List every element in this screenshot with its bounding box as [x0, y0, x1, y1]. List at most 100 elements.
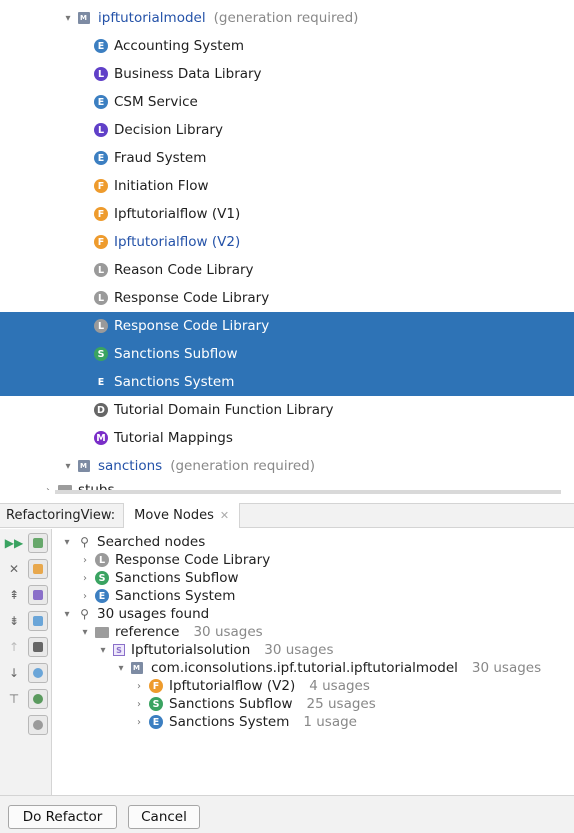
- entity-icon: E: [94, 95, 108, 109]
- tab-move-nodes[interactable]: Move Nodes ✕: [123, 503, 241, 528]
- tree-item-label: Sanctions Subflow: [114, 346, 238, 362]
- tree-item[interactable]: F Initiation Flow: [0, 172, 574, 200]
- tree-item-selected[interactable]: L Response Code Library: [0, 312, 574, 340]
- searched-item[interactable]: › E Sanctions System: [79, 587, 235, 605]
- node-label: Response Code Library: [115, 552, 271, 568]
- arrow-down-icon[interactable]: ↓: [4, 663, 24, 683]
- tree-item[interactable]: M Tutorial Mappings: [0, 424, 574, 452]
- module-name: ipftutorialmodel: [98, 10, 206, 26]
- chevron-right-icon[interactable]: ›: [133, 698, 145, 710]
- tree-item[interactable]: L Reason Code Library: [0, 256, 574, 284]
- tree-item-selected[interactable]: E Sanctions System: [0, 368, 574, 396]
- chevron-right-icon[interactable]: ›: [79, 590, 91, 602]
- tree-item[interactable]: E CSM Service: [0, 88, 574, 116]
- usage-item[interactable]: › E Sanctions System 1 usage: [133, 713, 357, 731]
- node-label: reference: [115, 624, 180, 640]
- tree-item-label: Ipftutorialflow (V1): [114, 206, 241, 222]
- chevron-right-icon[interactable]: ›: [79, 572, 91, 584]
- node-label: Searched nodes: [97, 534, 206, 550]
- tree-item-label: Initiation Flow: [114, 178, 209, 194]
- expand-all-icon[interactable]: ⇞: [4, 585, 24, 605]
- tree-item-label: Reason Code Library: [114, 262, 254, 278]
- model-node[interactable]: ▾ M com.iconsolutions.ipf.tutorial.ipftu…: [115, 659, 541, 677]
- usage-count: 4 usages: [309, 678, 370, 694]
- group-by-root-icon[interactable]: [28, 611, 48, 631]
- module-note: (generation required): [213, 10, 359, 26]
- usage-count: 30 usages: [264, 642, 334, 658]
- tree-item[interactable]: L Response Code Library: [0, 284, 574, 312]
- usage-item[interactable]: › S Sanctions Subflow 25 usages: [133, 695, 376, 713]
- info-icon[interactable]: [28, 663, 48, 683]
- domain-function-icon: D: [94, 403, 108, 417]
- entity-icon: E: [95, 589, 109, 603]
- searched-item[interactable]: › S Sanctions Subflow: [79, 569, 239, 587]
- folder-toggle-icon[interactable]: [28, 637, 48, 657]
- tree-item[interactable]: L Business Data Library: [0, 60, 574, 88]
- node-label: Sanctions System: [115, 588, 236, 604]
- search-usage-icon[interactable]: [28, 689, 48, 709]
- tree-item[interactable]: F Ipftutorialflow (V1): [0, 200, 574, 228]
- node-label: Ipftutorialflow (V2): [169, 678, 296, 694]
- collapse-all-icon[interactable]: ⇟: [4, 611, 24, 631]
- close-icon[interactable]: ✕: [4, 559, 24, 579]
- tree-item[interactable]: D Tutorial Domain Function Library: [0, 396, 574, 424]
- chevron-down-icon[interactable]: ▾: [62, 460, 74, 472]
- node-label: Sanctions System: [169, 714, 290, 730]
- tree-node-stubs[interactable]: › stubs: [0, 480, 574, 490]
- tree-item-label: Response Code Library: [114, 290, 270, 306]
- library-icon: L: [95, 553, 109, 567]
- solution-node[interactable]: ▾ S Ipftutorialsolution 30 usages: [97, 641, 334, 659]
- refactoring-view-header: RefactoringView: Move Nodes ✕: [0, 503, 574, 528]
- chevron-down-icon[interactable]: ▾: [61, 536, 73, 548]
- chevron-right-icon[interactable]: ›: [133, 680, 145, 692]
- do-refactor-button[interactable]: Do Refactor: [8, 805, 117, 829]
- group-by-model-icon[interactable]: [28, 559, 48, 579]
- refactoring-toolbar: ▶▶ ✕ ⇞ ⇟ ↑ ↓ ⊤: [0, 529, 52, 795]
- chevron-down-icon[interactable]: ▾: [62, 12, 74, 24]
- tree-item-selected[interactable]: S Sanctions Subflow: [0, 340, 574, 368]
- tree-item-label: Tutorial Mappings: [114, 430, 233, 446]
- tree-node-sanctions[interactable]: ▾ M sanctions (generation required): [0, 452, 574, 480]
- tree-item-label: Ipftutorialflow (V2): [114, 234, 241, 250]
- tree-item[interactable]: E Fraud System: [0, 144, 574, 172]
- chevron-down-icon[interactable]: ▾: [97, 644, 109, 656]
- tree-item[interactable]: E Accounting System: [0, 32, 574, 60]
- library-icon: L: [94, 291, 108, 305]
- horizontal-scrollbar[interactable]: [55, 490, 561, 494]
- searched-nodes-node[interactable]: ▾ ⚲ Searched nodes: [61, 533, 205, 551]
- tree-item-label: CSM Service: [114, 94, 198, 110]
- tree-item[interactable]: F Ipftutorialflow (V2): [0, 228, 574, 256]
- entity-icon: E: [94, 151, 108, 165]
- pin-icon[interactable]: ⊤: [4, 689, 24, 709]
- group-by-module-icon[interactable]: [28, 533, 48, 553]
- chevron-right-icon[interactable]: ›: [42, 484, 54, 491]
- node-label: com.iconsolutions.ipf.tutorial.ipftutori…: [151, 660, 458, 676]
- chevron-right-icon[interactable]: ›: [79, 554, 91, 566]
- tree-item-label: Fraud System: [114, 150, 207, 166]
- tree-node-ipftutorialmodel[interactable]: ▾ M ipftutorialmodel (generation require…: [0, 4, 574, 32]
- module-name: sanctions: [98, 458, 163, 474]
- chevron-down-icon[interactable]: ▾: [79, 626, 91, 638]
- usages-found-node[interactable]: ▾ ⚲ 30 usages found: [61, 605, 209, 623]
- chevron-right-icon[interactable]: ›: [133, 716, 145, 728]
- close-icon[interactable]: ✕: [220, 509, 229, 522]
- search-node-icon[interactable]: [28, 715, 48, 735]
- node-label: Sanctions Subflow: [169, 696, 293, 712]
- arrow-up-icon[interactable]: ↑: [4, 637, 24, 657]
- subflow-icon: S: [95, 571, 109, 585]
- usage-count: 30 usages: [193, 624, 263, 640]
- entity-icon: E: [94, 39, 108, 53]
- cancel-button[interactable]: Cancel: [128, 805, 200, 829]
- module-icon: M: [78, 459, 93, 473]
- chevron-down-icon[interactable]: ▾: [61, 608, 73, 620]
- chevron-down-icon[interactable]: ▾: [115, 662, 127, 674]
- tree-item-label: Tutorial Domain Function Library: [114, 402, 334, 418]
- tree-item[interactable]: L Decision Library: [0, 116, 574, 144]
- searched-item[interactable]: › L Response Code Library: [79, 551, 270, 569]
- reference-node[interactable]: ▾ reference 30 usages: [79, 623, 263, 641]
- group-by-node-icon[interactable]: [28, 585, 48, 605]
- tree-item-label: Accounting System: [114, 38, 245, 54]
- rerun-icon[interactable]: ▶▶: [4, 533, 24, 553]
- flow-icon: F: [149, 679, 163, 693]
- usage-item[interactable]: › F Ipftutorialflow (V2) 4 usages: [133, 677, 370, 695]
